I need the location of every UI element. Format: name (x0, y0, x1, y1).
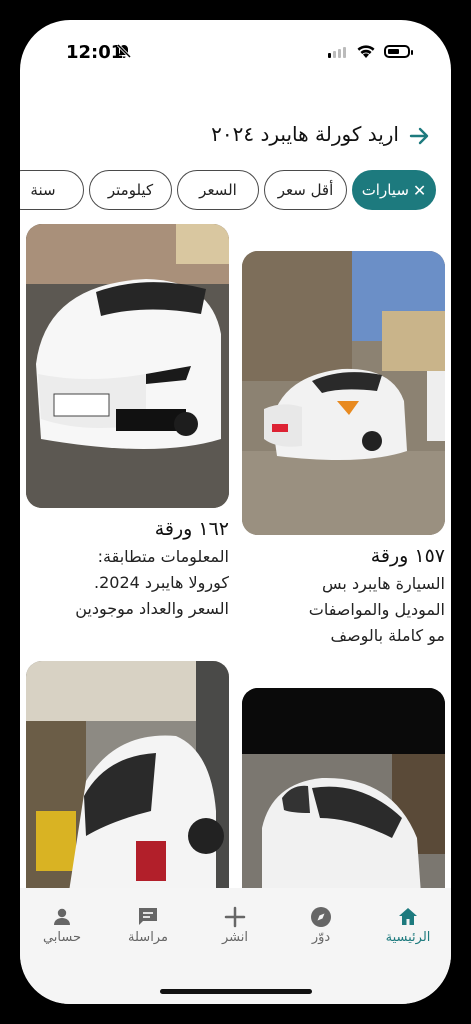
tab-label: دوّر (311, 930, 331, 945)
status-bar: 12:01 (20, 20, 451, 80)
listing-description: السيارة هايبرد بس الموديل والمواصفات مو … (242, 571, 445, 649)
listing-card[interactable] (26, 661, 229, 911)
filter-chip-label: أقل سعر (277, 181, 334, 199)
search-query-title[interactable]: اريد كورلة هايبرد ٢٠٢٤ (211, 122, 399, 146)
filter-chips: سيارات ✕ أقل سعر السعر كيلومتر سنة (20, 170, 451, 214)
plus-icon (224, 906, 246, 928)
filter-chip-label: سيارات (361, 181, 409, 199)
battery-icon (384, 45, 410, 58)
home-indicator (160, 989, 312, 994)
listing-title: ١٦٢ ورقة (154, 518, 229, 540)
filter-chip-year[interactable]: سنة (20, 170, 84, 210)
filter-chip-kilometer[interactable]: كيلومتر (89, 170, 172, 210)
listing-photo[interactable] (26, 224, 229, 508)
listing-description-line: الموديل والمواصفات (308, 600, 445, 619)
car-photo-image (26, 224, 229, 508)
tab-explore[interactable]: دوّر (281, 904, 361, 945)
silent-bell-icon (116, 43, 132, 59)
filter-chip-cars[interactable]: سيارات ✕ (352, 170, 436, 210)
listing-card[interactable] (242, 688, 445, 908)
car-photo-image (242, 688, 445, 908)
listing-description-line: مو كاملة بالوصف (330, 626, 445, 645)
home-icon (399, 908, 417, 925)
person-icon (54, 908, 70, 925)
tab-post[interactable]: انشر (195, 904, 275, 945)
listing-card[interactable]: ١٥٧ ورقة السيارة هايبرد بس الموديل والمو… (242, 251, 445, 649)
filter-chip-lowest-price[interactable]: أقل سعر (264, 170, 347, 210)
cellular-signal-icon (328, 47, 346, 58)
listing-photo[interactable] (242, 688, 445, 908)
listing-title: ١٥٧ ورقة (370, 545, 445, 567)
tab-account[interactable]: حسابي (22, 904, 102, 945)
listing-description: المعلومات متطابقة: كورولا هايبرد 2024. ا… (26, 544, 229, 622)
listing-photo[interactable] (26, 661, 229, 911)
tab-label: حسابي (42, 930, 82, 945)
listing-description-line: السعر والعداد موجودين (75, 599, 229, 618)
bottom-tab-bar: الرئيسية دوّر انشر مراسلة حسابي (20, 888, 451, 1004)
wifi-icon (357, 45, 375, 58)
filter-chip-label: السعر (199, 181, 237, 199)
listing-photo[interactable] (242, 251, 445, 535)
filter-chip-label: كيلومتر (107, 181, 154, 199)
status-time: 12:01 (66, 42, 124, 63)
filter-chip-price[interactable]: السعر (177, 170, 259, 210)
close-icon[interactable]: ✕ (413, 181, 426, 200)
listing-description-line: كورولا هايبرد 2024. (94, 573, 229, 592)
tab-home[interactable]: الرئيسية (368, 904, 448, 945)
listing-description-line: المعلومات متطابقة: (97, 547, 229, 566)
listing-card[interactable]: ١٦٢ ورقة المعلومات متطابقة: كورولا هايبر… (26, 224, 229, 622)
search-header: اريد كورلة هايبرد ٢٠٢٤ (20, 122, 451, 154)
tab-label: الرئيسية (385, 930, 431, 945)
tab-label: مراسلة (128, 930, 168, 945)
chat-icon (139, 908, 157, 925)
back-arrow-icon[interactable] (407, 124, 431, 148)
car-photo-image (26, 661, 229, 911)
compass-icon (311, 907, 331, 927)
tab-label: انشر (222, 930, 248, 945)
phone-screen: 12:01 اريد كورلة هايبرد ٢٠٢٤ سيارات ✕ أق… (20, 20, 451, 1004)
battery-tip (411, 50, 413, 55)
tab-messages[interactable]: مراسلة (108, 904, 188, 945)
car-photo-image (242, 251, 445, 535)
filter-chip-label: سنة (30, 181, 56, 199)
listing-description-line: السيارة هايبرد بس (322, 574, 445, 593)
